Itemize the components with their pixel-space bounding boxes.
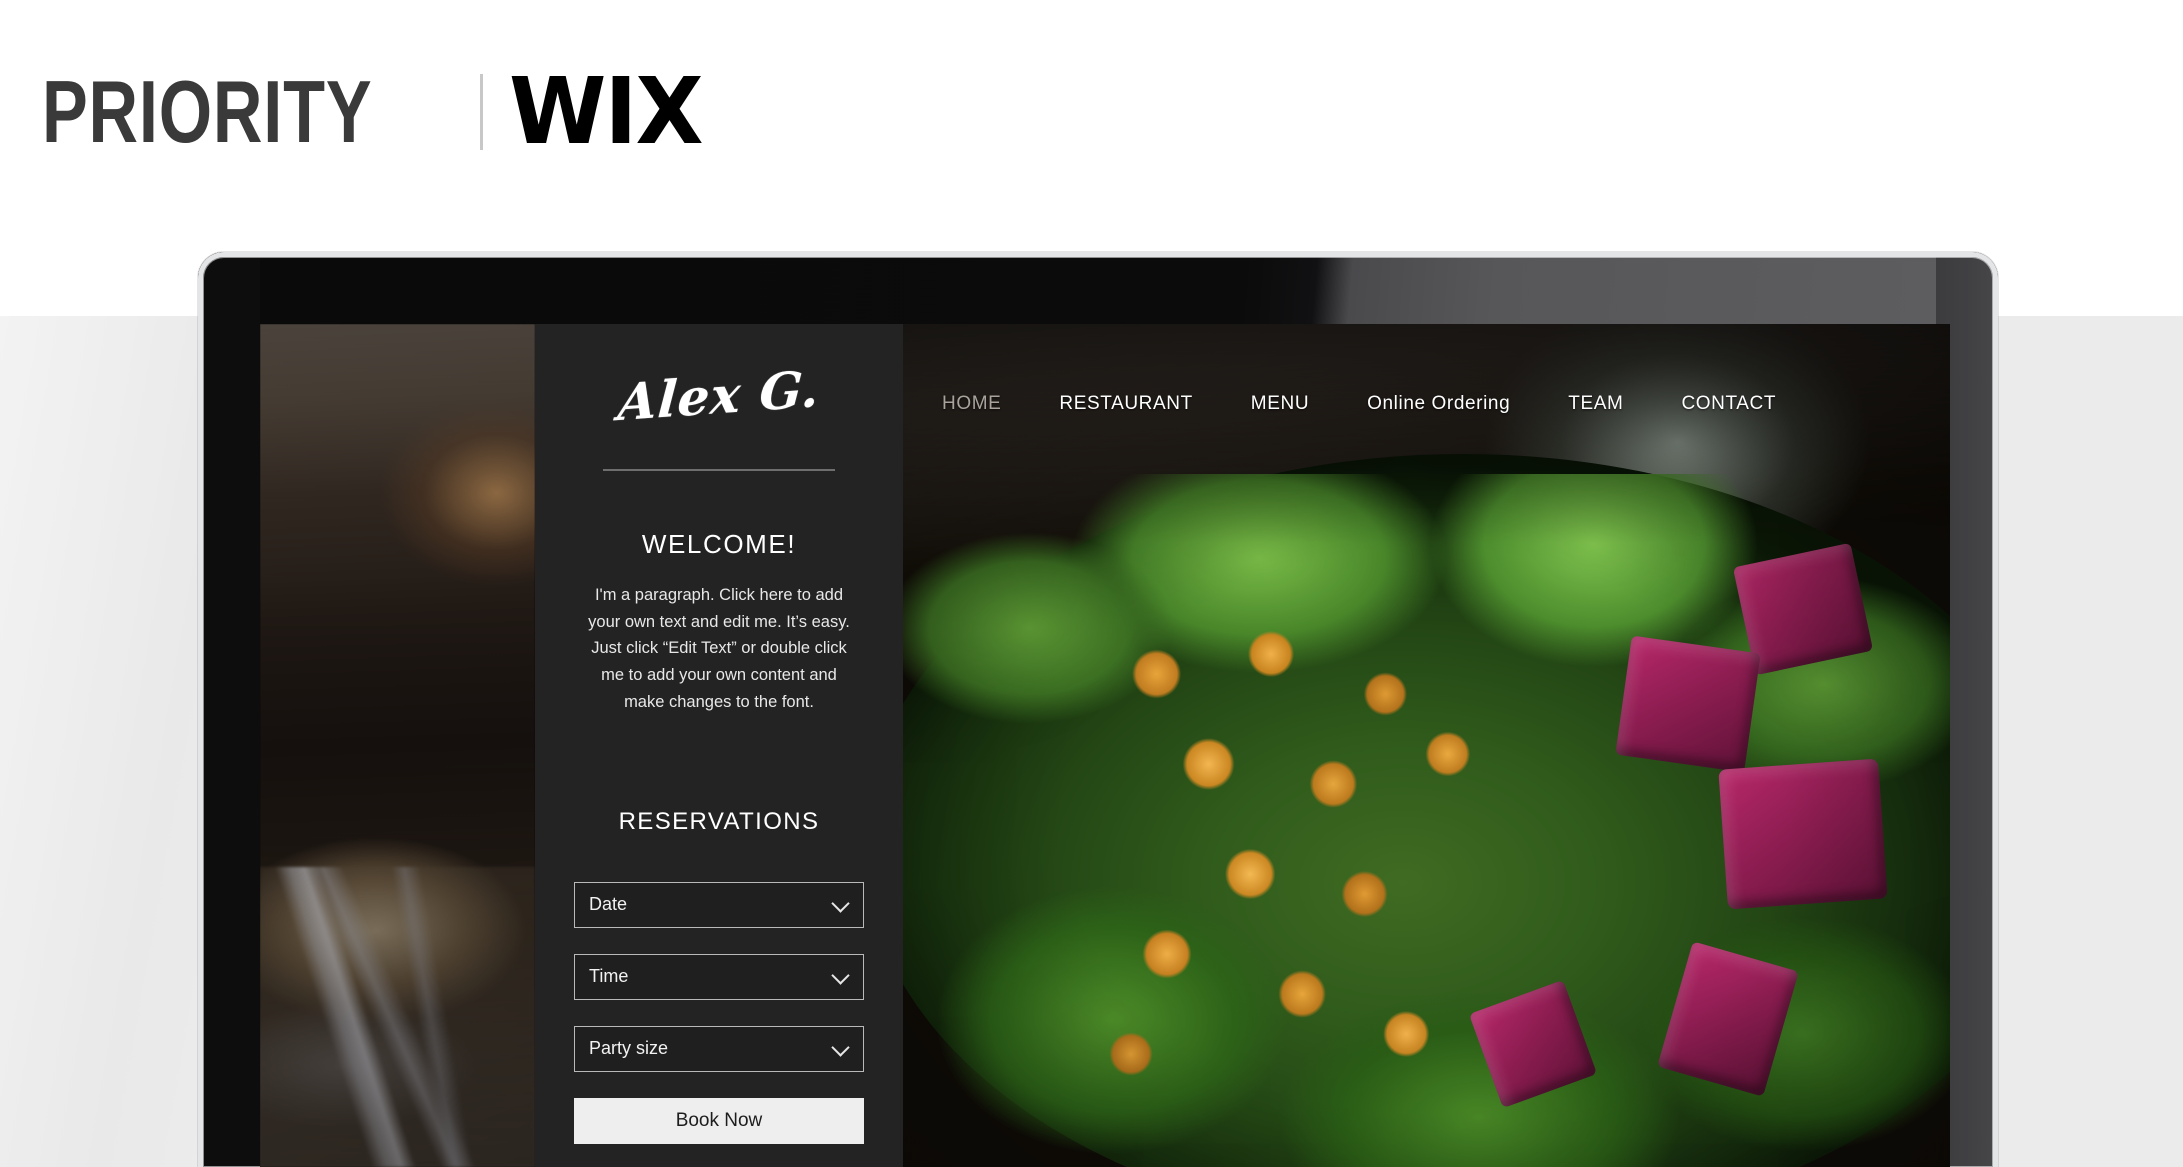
site-sidebar: Alex G. WELCOME! I'm a paragraph. Click … (535, 324, 903, 1167)
time-select-label: Time (589, 966, 629, 987)
party-size-select-label: Party size (589, 1038, 669, 1059)
time-select[interactable]: Time (574, 953, 864, 1000)
nav-item-online-ordering[interactable]: Online Ordering (1367, 393, 1510, 415)
date-select-label: Date (589, 894, 628, 915)
left-photo-overlay (260, 324, 535, 1167)
welcome-paragraph: I'm a paragraph. Click here to add your … (588, 586, 850, 711)
nav-item-menu[interactable]: MENU (1251, 393, 1309, 415)
brand-separator (479, 74, 483, 150)
site-navigation: HOME RESTAURANT MENU Online Ordering TEA… (903, 324, 1950, 484)
brand-priority-text: PRIORITY (42, 62, 373, 161)
left-photo-strip (260, 324, 535, 1167)
chevron-down-icon (831, 1037, 850, 1057)
party-size-select[interactable]: Party size (574, 1025, 864, 1072)
website-screen: Alex G. WELCOME! I'm a paragraph. Click … (260, 324, 1950, 1167)
brand-wix-text: WIX (508, 58, 704, 165)
nav-item-team[interactable]: TEAM (1568, 393, 1623, 415)
chevron-down-icon (831, 965, 850, 985)
brand-logo: PRIORITY WIX (42, 64, 709, 160)
welcome-heading: WELCOME! (641, 529, 797, 559)
nav-item-home[interactable]: HOME (942, 393, 1001, 415)
laptop-bezel-left (198, 252, 260, 1167)
laptop-bezel-top (198, 252, 1998, 324)
logo-divider (603, 469, 835, 471)
book-now-button[interactable]: Book Now (574, 1097, 864, 1144)
date-select[interactable]: Date (574, 881, 864, 928)
reservations-heading: RESERVATIONS (618, 807, 820, 835)
nav-item-restaurant[interactable]: RESTAURANT (1059, 393, 1192, 415)
chevron-down-icon (831, 893, 850, 913)
reservation-form: Date Time Party size Book Now (574, 881, 864, 1144)
nav-item-contact[interactable]: CONTACT (1681, 393, 1776, 415)
site-logo[interactable]: Alex G. (616, 359, 822, 433)
